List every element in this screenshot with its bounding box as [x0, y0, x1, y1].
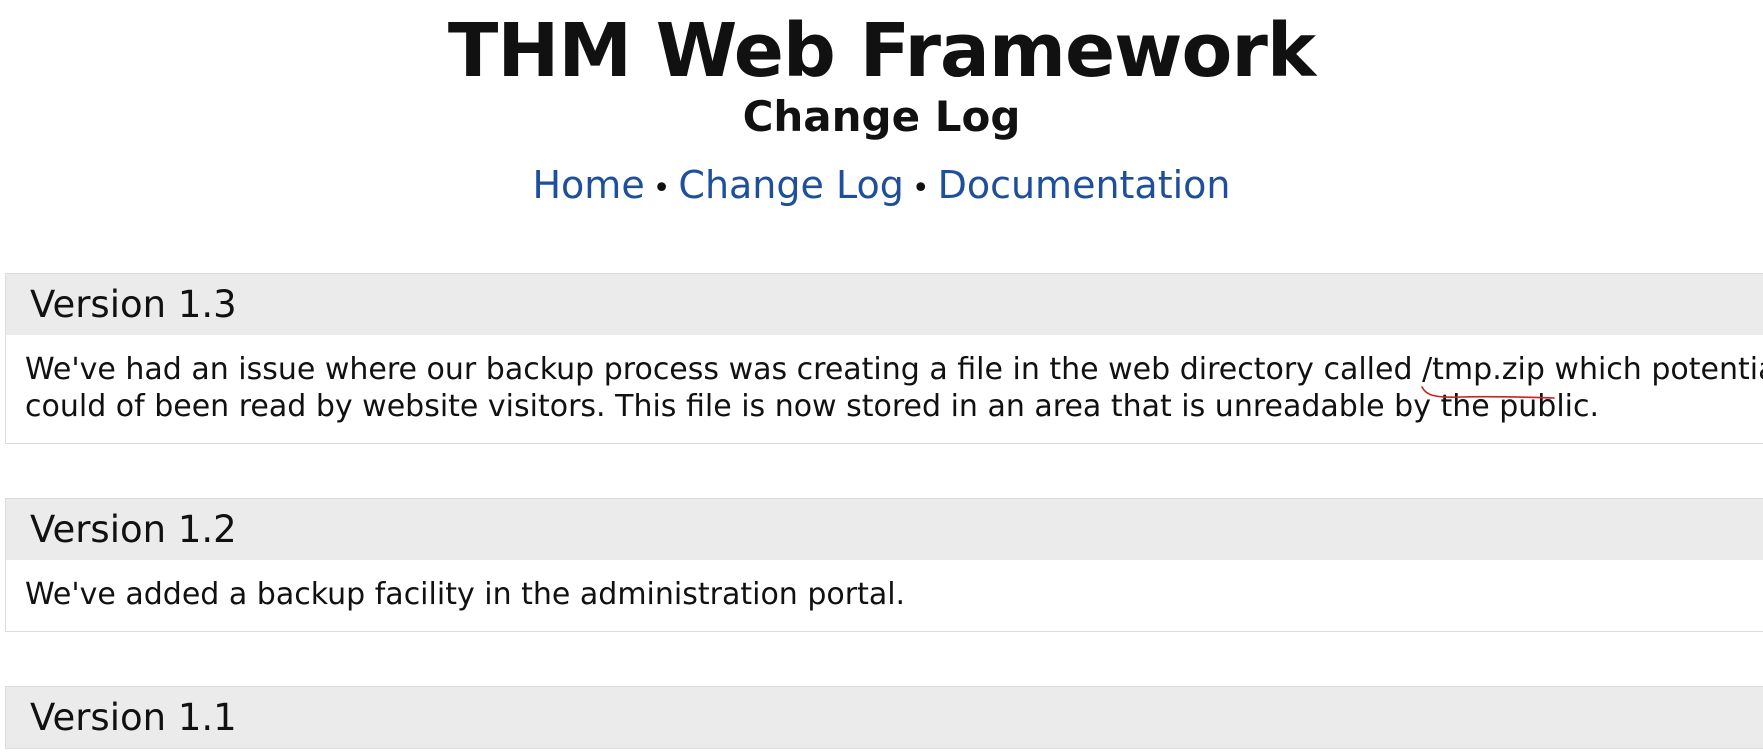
entry-version-heading: Version 1.2 [6, 499, 1763, 560]
nav-separator: • [652, 171, 671, 206]
nav-link-home[interactable]: Home [532, 163, 644, 207]
main-nav: Home • Change Log • Documentation [0, 166, 1763, 204]
entry-description: We've added a backup facility in the adm… [25, 577, 906, 612]
nav-link-change-log[interactable]: Change Log [678, 163, 903, 207]
entry-description-line-1: We've had an issue where our backup proc… [25, 351, 1763, 399]
entry-text-after: which potentially [1554, 352, 1763, 387]
page: THM Web Framework Change Log Home • Change… [0, 0, 1763, 755]
changelog-entry-1-1: Version 1.1 [5, 686, 1763, 749]
changelog-entry-1-3: Version 1.3 We've had an issue where our… [5, 273, 1763, 444]
site-title: THM Web Framework [447, 8, 1316, 94]
red-underline-annotation [1421, 386, 1555, 399]
page-subtitle: Change Log [742, 92, 1021, 141]
nav-separator: • [911, 171, 930, 206]
nav-link-documentation[interactable]: Documentation [938, 163, 1231, 207]
highlighted-filename: /tmp.zip [1421, 352, 1555, 399]
entry-version-heading: Version 1.3 [6, 274, 1763, 335]
highlighted-filename-text: /tmp.zip [1422, 352, 1545, 387]
entry-description: We've had an issue where our backup proc… [6, 335, 1763, 443]
entry-text-before: We've had an issue where our backup proc… [25, 352, 1423, 387]
changelog-entry-1-2: Version 1.2 We've added a backup facilit… [5, 498, 1763, 632]
entry-version-heading: Version 1.1 [6, 687, 1763, 748]
